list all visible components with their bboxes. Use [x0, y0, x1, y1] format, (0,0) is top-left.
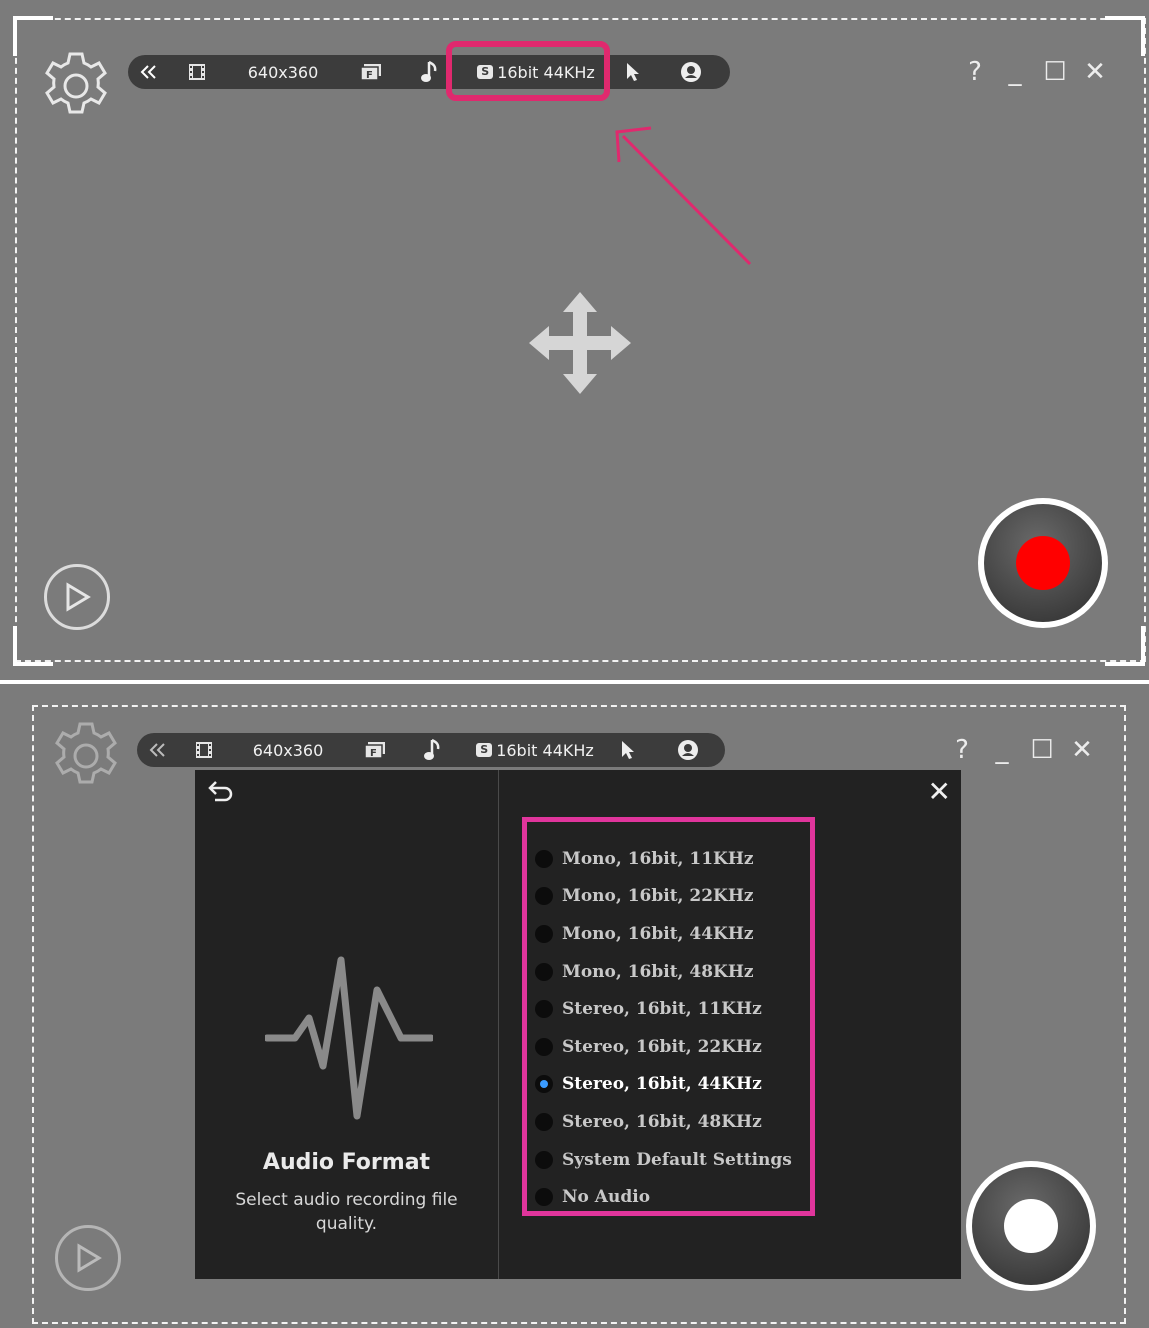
move-icon[interactable] [527, 290, 633, 400]
audio-format-button[interactable]: S 16bit 44KHz [469, 733, 601, 767]
audio-option-label: Mono, 16bit, 48KHz [562, 961, 754, 982]
audio-format-highlight [446, 41, 610, 101]
audio-option[interactable]: Mono, 16bit, 44KHz [535, 915, 792, 953]
record-dot-icon [1016, 536, 1070, 590]
record-button-face [984, 504, 1102, 622]
play-icon [66, 582, 91, 612]
audio-option[interactable]: Stereo, 16bit, 44KHz [535, 1066, 792, 1104]
dialog-title: Audio Format [262, 1150, 431, 1175]
webcam-icon[interactable] [678, 55, 704, 89]
audio-option-label: No Audio [562, 1187, 651, 1208]
waveform-icon [263, 956, 435, 1124]
close-button[interactable]: ✕ [1075, 54, 1115, 90]
help-button[interactable]: ? [955, 54, 995, 90]
audio-option-label: Mono, 16bit, 22KHz [562, 886, 754, 907]
dialog-info-pane: Audio Format Select audio recording file… [195, 770, 499, 1279]
play-icon [77, 1243, 102, 1273]
corner-handle-bottom-left[interactable] [13, 626, 53, 666]
dialog-close-button[interactable]: ✕ [928, 778, 951, 806]
recorder-panel-top: 640x360 F S 16bit 44KHz ? _ ☐ ✕ [0, 0, 1149, 680]
record-button[interactable] [978, 498, 1108, 628]
audio-option[interactable]: Stereo, 16bit, 22KHz [535, 1028, 792, 1066]
collapse-toolbar-icon[interactable] [145, 733, 171, 767]
toolbar: 640x360 F S 16bit 44KHz [137, 733, 725, 767]
minimize-button[interactable]: _ [982, 732, 1022, 768]
audio-format-options: Mono, 16bit, 11KHz Mono, 16bit, 22KHz Mono… [535, 840, 792, 1216]
recorder-panel-bottom: 640x360 F S 16bit 44KHz ? _ ☐ ✕ Audio Fo… [0, 684, 1149, 1328]
format-icon[interactable]: F [362, 733, 388, 767]
audio-option-label: Stereo, 16bit, 22KHz [562, 1036, 762, 1057]
audio-option-label: Stereo, 16bit, 44KHz [562, 1074, 762, 1095]
radio-button[interactable] [535, 1075, 553, 1094]
radio-button[interactable] [535, 1150, 553, 1169]
film-icon[interactable] [184, 55, 210, 89]
play-button[interactable] [55, 1225, 121, 1291]
window-controls: ? _ ☐ ✕ [955, 54, 1115, 90]
audio-option[interactable]: Stereo, 16bit, 48KHz [535, 1103, 792, 1141]
audio-option-label: System Default Settings [562, 1149, 792, 1170]
music-note-icon[interactable] [418, 55, 442, 89]
stereo-badge-icon: S [476, 743, 493, 757]
record-button-face [972, 1167, 1090, 1285]
back-arrow-icon[interactable] [207, 780, 235, 808]
cursor-icon[interactable] [617, 733, 639, 767]
audio-option-label: Mono, 16bit, 11KHz [562, 848, 754, 869]
radio-button[interactable] [535, 849, 553, 868]
help-button[interactable]: ? [942, 732, 982, 768]
audio-quality-label: 16bit 44KHz [496, 740, 594, 760]
record-button[interactable] [966, 1161, 1096, 1291]
resolution-selector[interactable]: 640x360 [245, 733, 331, 767]
audio-option-label: Stereo, 16bit, 48KHz [562, 1111, 762, 1132]
radio-button[interactable] [535, 924, 553, 943]
webcam-icon[interactable] [675, 733, 701, 767]
audio-option[interactable]: Mono, 16bit, 11KHz [535, 840, 792, 878]
annotation-arrow-icon [615, 126, 752, 266]
settings-gear-icon[interactable] [40, 50, 112, 126]
dialog-description: Select audio recording file quality. [235, 1190, 458, 1234]
minimize-button[interactable]: _ [995, 54, 1035, 90]
maximize-button[interactable]: ☐ [1035, 54, 1075, 90]
record-dot-icon [1004, 1199, 1058, 1253]
audio-option[interactable]: System Default Settings [535, 1141, 792, 1179]
corner-handle-bottom-right[interactable] [1105, 626, 1145, 666]
corner-handle-top-right[interactable] [1105, 16, 1145, 56]
radio-button[interactable] [535, 1188, 553, 1207]
collapse-toolbar-icon[interactable] [136, 55, 162, 89]
audio-option[interactable]: No Audio [535, 1178, 792, 1216]
svg-text:F: F [366, 70, 373, 81]
radio-button[interactable] [535, 887, 553, 906]
audio-format-dialog: Audio Format Select audio recording file… [195, 770, 961, 1279]
audio-option-label: Mono, 16bit, 44KHz [562, 923, 754, 944]
settings-gear-icon[interactable] [50, 720, 122, 796]
audio-option-label: Stereo, 16bit, 11KHz [562, 999, 762, 1020]
radio-button[interactable] [535, 1037, 553, 1056]
audio-option[interactable]: Stereo, 16bit, 11KHz [535, 990, 792, 1028]
play-button[interactable] [44, 564, 110, 630]
window-controls: ? _ ☐ ✕ [942, 732, 1102, 768]
audio-option[interactable]: Mono, 16bit, 48KHz [535, 953, 792, 991]
svg-text:F: F [370, 748, 377, 759]
film-icon[interactable] [191, 733, 217, 767]
radio-button[interactable] [535, 1000, 553, 1019]
format-icon[interactable]: F [358, 55, 384, 89]
close-button[interactable]: ✕ [1062, 732, 1102, 768]
cursor-icon[interactable] [622, 55, 644, 89]
radio-button[interactable] [535, 1112, 553, 1131]
music-note-icon[interactable] [421, 733, 445, 767]
radio-button[interactable] [535, 962, 553, 981]
maximize-button[interactable]: ☐ [1022, 732, 1062, 768]
resolution-selector[interactable]: 640x360 [240, 55, 326, 89]
toolbar: 640x360 F S 16bit 44KHz [128, 55, 730, 89]
audio-option[interactable]: Mono, 16bit, 22KHz [535, 878, 792, 916]
